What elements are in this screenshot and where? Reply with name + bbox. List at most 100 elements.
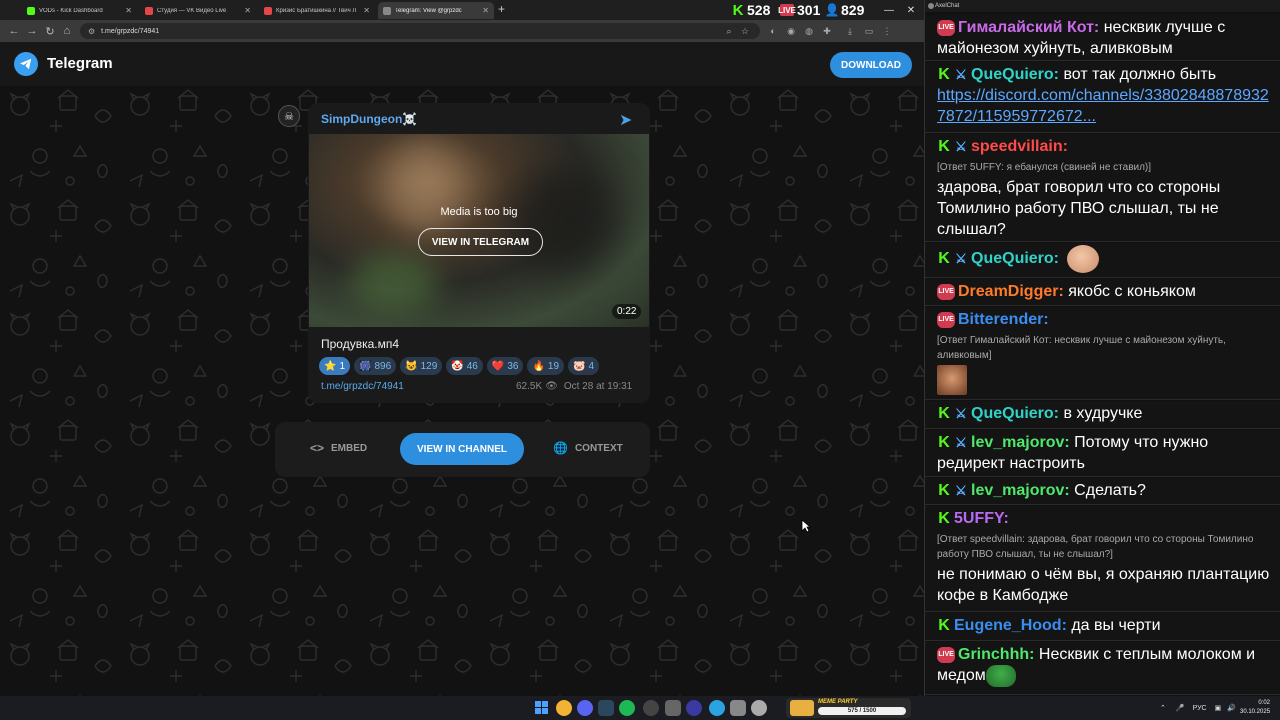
view-in-channel-button[interactable]: VIEW IN CHANNEL [400, 433, 524, 465]
obs-app-icon[interactable] [643, 700, 659, 716]
post-link[interactable]: t.me/grpzdc/74941 [321, 381, 404, 392]
reaction-fireworks[interactable]: 🎆 896 [354, 357, 397, 375]
site-info-icon[interactable]: ⚙ [88, 27, 95, 36]
home-icon[interactable]: ⌂ [59, 22, 75, 40]
context-button[interactable]: 🌐 CONTEXT [553, 441, 623, 455]
channel-avatar[interactable]: ☠ [278, 105, 300, 127]
media-preview[interactable]: Media is too big VIEW IN TELEGRAM 0:22 [309, 134, 649, 327]
chat-username[interactable]: DreamDigger: [958, 283, 1064, 300]
download-icon[interactable]: ⤓ [843, 24, 857, 38]
tab-title: Telegram: View @grpzdc [395, 7, 462, 14]
language-indicator[interactable]: РУС [1193, 705, 1207, 712]
app-icon[interactable] [751, 700, 767, 716]
close-tab-icon[interactable]: ✕ [244, 6, 251, 15]
url-text: t.me/grpzdc/74941 [101, 27, 160, 35]
bookmark-star-icon[interactable]: ☆ [738, 24, 752, 38]
microphone-icon[interactable]: 🎤 [1176, 704, 1185, 712]
chat-username[interactable]: QueQuiero: [971, 405, 1059, 422]
post-caption: Продувка.мп4 [321, 337, 400, 351]
view-count: 62.5K [516, 381, 543, 392]
tab-bar: VODs - Kick Dashboard ✕ Студия — VK Виде… [0, 0, 924, 20]
telegram-brand[interactable]: Telegram [47, 55, 113, 72]
chat-username[interactable]: 5UFFY: [954, 510, 1009, 527]
view-in-telegram-button[interactable]: VIEW IN TELEGRAM [418, 228, 543, 256]
close-window-icon[interactable]: ✕ [898, 0, 924, 20]
chat-text: вот так должно быть [1063, 66, 1217, 83]
reaction-clown[interactable]: 🤡 46 [446, 357, 483, 375]
chat-username[interactable]: lev_majorov: [971, 434, 1070, 451]
kick-badge-icon: K [938, 137, 950, 155]
telegram-app-icon[interactable] [709, 700, 725, 716]
new-tab-icon[interactable]: + [498, 2, 505, 16]
network-icon[interactable]: ▣ [1215, 704, 1222, 712]
back-icon[interactable]: ← [6, 22, 22, 40]
heart-emoji-icon: ❤️ [491, 360, 505, 372]
vk-live-badge-icon: LIVE [937, 283, 955, 300]
reaction-star[interactable]: ⭐ 1 [319, 357, 351, 375]
kick-favicon-icon [27, 6, 35, 15]
chevron-up-icon[interactable]: ⌃ [1160, 704, 1166, 712]
kick-badge-icon: K [938, 509, 950, 527]
reaction-pig[interactable]: 🐷 4 [568, 357, 600, 375]
chat-username[interactable]: Eugene_Hood: [954, 617, 1067, 634]
download-button[interactable]: DOWNLOAD [830, 52, 912, 78]
clock[interactable]: 0:02 30.10.2025 [1240, 699, 1270, 717]
sword-badge-icon: ⚔ [955, 405, 967, 421]
tab-twitch[interactable]: Кризис Братишкина // Твич Л ✕ [259, 2, 375, 19]
vk-viewer-count: 301 [797, 2, 821, 18]
chat-username[interactable]: QueQuiero: [971, 66, 1059, 83]
chat-message: K ⚔ speedvillain: [Ответ 5UFFY: я ебанулся … [925, 134, 1280, 242]
app-icon[interactable] [686, 700, 702, 716]
reaction-cat[interactable]: 😺 129 [400, 357, 443, 375]
chat-username[interactable]: lev_majorov: [971, 482, 1070, 499]
close-tab-icon[interactable]: ✕ [363, 6, 370, 15]
chat-text: не понимаю о чём вы, я охраняю плантацию… [937, 566, 1270, 604]
app-icon[interactable] [665, 700, 681, 716]
reaction-count: 896 [374, 360, 392, 372]
spotify-app-icon[interactable] [619, 700, 635, 716]
reply-quote: [Ответ Гималайский Кот: несквик лучше с … [937, 335, 1226, 361]
chat-message: K ⚔ lev_majorov: Потому что нужно редирект… [925, 430, 1280, 477]
extension-icon[interactable]: ◉ [784, 24, 798, 38]
split-view-icon[interactable]: ▭ [862, 24, 876, 38]
address-bar[interactable]: ⚙ t.me/grpzdc/74941 [80, 23, 760, 39]
app-icon[interactable] [730, 700, 746, 716]
steam-app-icon[interactable] [598, 700, 614, 716]
chat-username[interactable]: Гималайский Кот: [958, 19, 1099, 36]
forward-icon[interactable]: → [24, 22, 40, 40]
embed-button[interactable]: <> EMBED [310, 441, 367, 455]
menu-dots-icon[interactable]: ⋮ [880, 24, 894, 38]
chat-message: LIVE DreamDigger: якобс с коньяком [925, 279, 1280, 306]
tab-telegram[interactable]: Telegram: View @grpzdc ✕ [378, 2, 494, 19]
telegram-favicon-icon [383, 6, 391, 15]
vk-viewer-stat: LIVE 301 [778, 0, 821, 20]
chat-username[interactable]: Bitterender: [958, 311, 1049, 328]
extension-icon[interactable]: ◐ [766, 24, 780, 38]
app-icon [928, 3, 934, 9]
windows-start-icon[interactable] [535, 701, 549, 715]
chat-link[interactable]: https://discord.com/channels/33802848878… [937, 85, 1275, 127]
extensions-puzzle-icon[interactable]: ✚ [820, 24, 834, 38]
chrome-app-icon[interactable] [556, 700, 572, 716]
channel-name[interactable]: SimpDungeon☠️ [321, 112, 417, 126]
telegram-share-icon[interactable]: ➤ [619, 110, 632, 130]
volume-icon[interactable]: 🔊 [1227, 704, 1236, 712]
discord-app-icon[interactable] [577, 700, 593, 716]
live-badge-icon: LIVE [778, 4, 796, 16]
reaction-fire[interactable]: 🔥 19 [527, 357, 565, 375]
youtube-favicon-icon [264, 6, 272, 15]
close-tab-icon[interactable]: ✕ [482, 6, 489, 15]
telegram-logo-icon[interactable] [14, 52, 38, 76]
chat-username[interactable]: Grinchhh: [958, 646, 1034, 663]
zoom-icon[interactable]: ⌕ [722, 24, 736, 38]
meme-party-widget[interactable]: MEME PARTY 575 / 1500 [786, 698, 911, 718]
close-tab-icon[interactable]: ✕ [125, 6, 132, 15]
tab-vk-studio[interactable]: Студия — VK Видео Live ✕ [140, 2, 256, 19]
chat-username[interactable]: speedvillain: [971, 138, 1068, 155]
extension-icon[interactable]: ◍ [802, 24, 816, 38]
chat-username[interactable]: QueQuiero: [971, 250, 1059, 267]
tab-kick-dashboard[interactable]: VODs - Kick Dashboard ✕ [22, 2, 137, 19]
reaction-heart[interactable]: ❤️ 36 [486, 357, 524, 375]
reload-icon[interactable]: ↻ [42, 22, 58, 40]
reaction-count: 36 [507, 360, 519, 372]
